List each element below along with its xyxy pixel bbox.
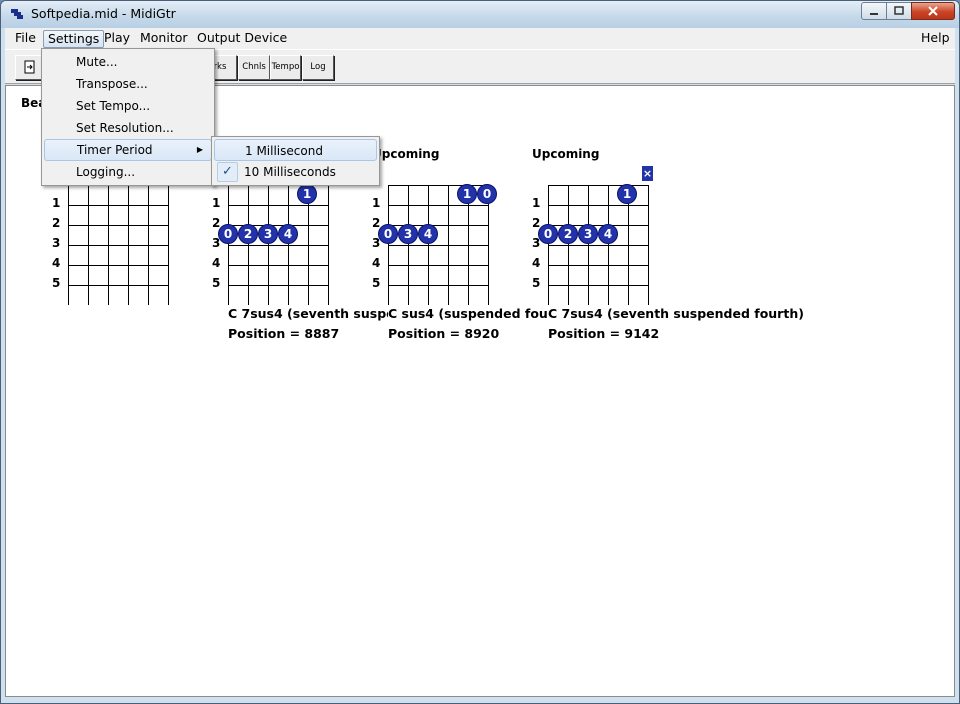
fret-line xyxy=(68,285,169,286)
finger-dot: 1 xyxy=(297,184,317,204)
fret-number: 4 xyxy=(372,256,381,270)
close-marker-icon[interactable]: × xyxy=(642,166,653,181)
channels-button[interactable]: Chnls xyxy=(238,55,270,80)
maximize-button[interactable] xyxy=(886,2,912,20)
timer-period-submenu: 1 Millisecond ✓ 10 Milliseconds xyxy=(211,136,380,186)
fret-line xyxy=(548,285,649,286)
fret-number: 3 xyxy=(52,236,61,250)
finger-dot: 3 xyxy=(578,224,598,244)
menu-bar: File Settings Play Monitor Output Device… xyxy=(5,28,955,49)
finger-dot: 4 xyxy=(598,224,618,244)
fret-line xyxy=(228,245,329,246)
finger-dot: 4 xyxy=(278,224,298,244)
menu-help[interactable]: Help xyxy=(917,30,954,48)
window-title: Softpedia.mid - MidiGtr xyxy=(31,6,176,21)
finger-dot: 2 xyxy=(558,224,578,244)
fret-number: 2 xyxy=(52,216,61,230)
fret-line xyxy=(68,245,169,246)
fret-number: 4 xyxy=(52,256,61,270)
fret-line xyxy=(388,245,489,246)
guitar-app-icon xyxy=(11,9,23,19)
fret-line xyxy=(548,245,649,246)
finger-dot: 2 xyxy=(238,224,258,244)
settings-dropdown-menu: Mute... Transpose... Set Tempo... Set Re… xyxy=(41,48,215,186)
chord-position: Position = 9142 xyxy=(548,326,660,341)
finger-dot: 0 xyxy=(538,224,558,244)
chord-position: Position = 8887 xyxy=(228,326,340,341)
fret-number: 1 xyxy=(212,196,221,210)
fret-number: 5 xyxy=(212,276,221,290)
fretboard-grid-2 xyxy=(388,185,489,305)
fret-line xyxy=(68,265,169,266)
menu-monitor[interactable]: Monitor xyxy=(136,30,192,48)
fret-line xyxy=(68,225,169,226)
fret-number: 5 xyxy=(532,276,541,290)
menu-settings[interactable]: Settings xyxy=(43,30,105,48)
upcoming-heading-2: Upcoming xyxy=(532,147,600,161)
menu-output-device[interactable]: Output Device xyxy=(193,30,291,48)
log-button[interactable]: Log xyxy=(302,55,334,80)
fret-line xyxy=(228,205,329,206)
submenu-item-1-millisecond[interactable]: 1 Millisecond xyxy=(214,139,377,161)
fret-number: 5 xyxy=(372,276,381,290)
fretboard-grid-3 xyxy=(548,185,649,305)
fret-line xyxy=(388,285,489,286)
finger-dot: 1 xyxy=(617,184,637,204)
chord-name: C 7sus4 (seventh suspended fourth) xyxy=(548,306,804,321)
finger-dot: 0 xyxy=(378,224,398,244)
minimize-icon xyxy=(870,13,878,15)
title-bar[interactable]: Softpedia.mid - MidiGtr xyxy=(1,1,959,28)
fret-line xyxy=(548,265,649,266)
chord-name: C sus4 (suspended fourt xyxy=(388,306,548,321)
menu-item-set-tempo[interactable]: Set Tempo... xyxy=(44,95,212,117)
fret-number: 1 xyxy=(52,196,61,210)
close-button[interactable] xyxy=(911,2,955,20)
tempo-button[interactable]: Tempo xyxy=(270,55,301,80)
menu-play[interactable]: Play xyxy=(100,30,134,48)
finger-dot: 1 xyxy=(457,184,477,204)
menu-item-timer-period[interactable]: Timer Period ▶ xyxy=(44,139,212,161)
finger-dot: 0 xyxy=(218,224,238,244)
finger-dot: 4 xyxy=(418,224,438,244)
menu-item-mute[interactable]: Mute... xyxy=(44,51,212,73)
menu-item-logging[interactable]: Logging... xyxy=(44,161,212,183)
window-bottom-border xyxy=(5,697,955,703)
menu-item-label: Timer Period xyxy=(77,143,153,157)
upcoming-heading-1: Upcoming xyxy=(372,147,440,161)
menu-item-transpose[interactable]: Transpose... xyxy=(44,73,212,95)
app-window: Softpedia.mid - MidiGtr File Settings Pl… xyxy=(0,0,960,704)
fret-line xyxy=(228,265,329,266)
fret-line xyxy=(548,205,649,206)
finger-dot: 3 xyxy=(258,224,278,244)
fret-line xyxy=(68,205,169,206)
maximize-icon xyxy=(894,6,904,15)
fretboard-grid-0 xyxy=(68,185,169,305)
fret-number: 4 xyxy=(212,256,221,270)
open-document-icon xyxy=(24,60,35,74)
fret-line xyxy=(228,285,329,286)
fret-number: 4 xyxy=(532,256,541,270)
fretboard-grid-1 xyxy=(228,185,329,305)
close-icon xyxy=(928,6,938,16)
fret-line xyxy=(388,265,489,266)
submenu-item-label: 10 Milliseconds xyxy=(244,165,336,179)
fret-number: 5 xyxy=(52,276,61,290)
chord-name: C 7sus4 (seventh susper xyxy=(228,306,388,321)
submenu-arrow-icon: ▶ xyxy=(196,145,203,154)
fret-line xyxy=(388,205,489,206)
submenu-item-10-milliseconds[interactable]: ✓ 10 Milliseconds xyxy=(214,161,377,183)
chord-position: Position = 8920 xyxy=(388,326,500,341)
finger-dot: 0 xyxy=(477,184,497,204)
menu-file[interactable]: File xyxy=(11,30,40,48)
fret-number: 1 xyxy=(372,196,381,210)
checkmark-icon: ✓ xyxy=(217,162,238,182)
menu-item-set-resolution[interactable]: Set Resolution... xyxy=(44,117,212,139)
finger-dot: 3 xyxy=(398,224,418,244)
minimize-button[interactable] xyxy=(861,2,887,20)
fret-number: 1 xyxy=(532,196,541,210)
